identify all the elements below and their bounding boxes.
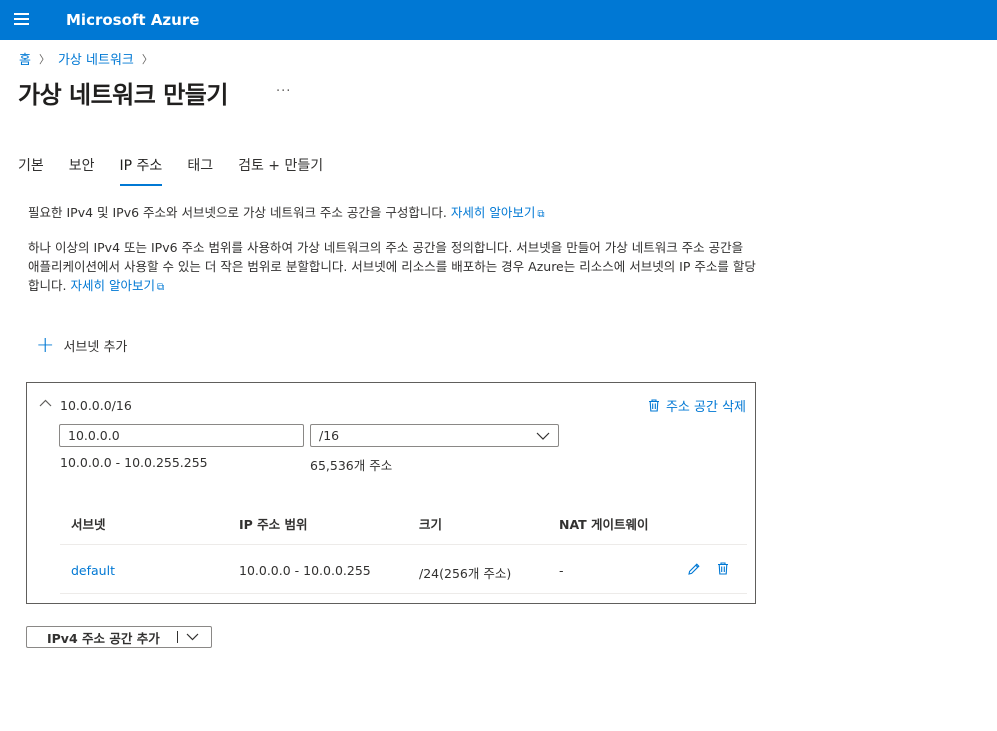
tab-basics[interactable]: 기본 <box>18 155 44 186</box>
chevron-right-icon: 〉 <box>38 52 50 66</box>
prefix-dropdown[interactable]: /16 <box>310 424 559 447</box>
plus-icon: + <box>36 332 55 358</box>
tab-tags[interactable]: 태그 <box>187 155 213 186</box>
breadcrumb-virtual-network[interactable]: 가상 네트워크 <box>58 49 134 68</box>
edit-subnet-button[interactable] <box>687 562 701 580</box>
breadcrumb-home[interactable]: 홈 <box>19 49 31 68</box>
subnet-size: /24(256개 주소) <box>419 566 512 581</box>
subnet-ip-range: 10.0.0.0 - 10.0.0.255 <box>239 563 371 578</box>
trash-icon <box>648 399 659 412</box>
table-divider <box>60 544 747 545</box>
tab-ip-addresses[interactable]: IP 주소 <box>119 155 163 186</box>
tab-bar: 기본 보안 IP 주소 태그 검토 + 만들기 <box>18 155 348 186</box>
breadcrumb: 홈 〉 가상 네트워크 〉 <box>19 49 161 69</box>
page-title: 가상 네트워크 만들기 <box>18 81 228 109</box>
learn-more-link[interactable]: 자세히 알아보기 <box>451 205 535 220</box>
description-detail: 하나 이상의 IPv4 또는 IPv6 주소 범위를 사용하여 가상 네트워크의… <box>28 238 758 297</box>
external-link-icon: ⧉ <box>537 209 545 220</box>
address-input[interactable] <box>59 424 304 447</box>
column-header-ip-range: IP 주소 범위 <box>239 517 308 532</box>
address-space-panel: 10.0.0.0/16 주소 공간 삭제 /16 10.0.0.0 - 10.0… <box>26 382 756 604</box>
column-header-subnet: 서브넷 <box>71 517 106 532</box>
subnet-nat-gateway: - <box>559 563 564 578</box>
table-divider <box>60 593 747 594</box>
tab-review-create[interactable]: 검토 + 만들기 <box>238 155 323 186</box>
add-subnet-label: 서브넷 추가 <box>63 340 128 355</box>
chevron-right-icon: 〉 <box>141 52 153 66</box>
description-intro: 필요한 IPv4 및 IPv6 주소와 서브넷으로 가상 네트워크 주소 공간을… <box>28 203 758 224</box>
description-intro-text: 필요한 IPv4 및 IPv6 주소와 서브넷으로 가상 네트워크 주소 공간을… <box>28 205 447 220</box>
tab-security[interactable]: 보안 <box>69 155 95 186</box>
split-divider <box>177 631 178 643</box>
column-header-nat-gateway: NAT 게이트웨이 <box>559 517 649 532</box>
add-ipv4-address-space-button[interactable]: IPv4 주소 공간 추가 <box>26 626 212 648</box>
address-space-cidr: 10.0.0.0/16 <box>60 398 132 413</box>
chevron-up-icon[interactable] <box>39 396 52 410</box>
trash-icon <box>718 562 728 575</box>
column-header-size: 크기 <box>419 517 443 532</box>
address-range: 10.0.0.0 - 10.0.255.255 <box>60 455 208 470</box>
subnet-name-link[interactable]: default <box>71 563 115 578</box>
hamburger-menu-icon[interactable] <box>14 13 30 27</box>
delete-address-space-label: 주소 공간 삭제 <box>665 400 746 415</box>
delete-address-space-button[interactable]: 주소 공간 삭제 <box>648 396 746 415</box>
prefix-value: /16 <box>319 428 340 443</box>
chevron-down-icon[interactable] <box>186 630 199 645</box>
add-subnet-button[interactable]: + 서브넷 추가 <box>36 332 128 358</box>
external-link-icon: ⧉ <box>156 282 165 293</box>
brand-logo[interactable]: Microsoft Azure <box>66 11 199 29</box>
add-ipv4-address-space-label: IPv4 주소 공간 추가 <box>47 630 160 646</box>
address-count: 65,536개 주소 <box>310 458 393 473</box>
delete-subnet-button[interactable] <box>717 562 729 579</box>
more-options-icon[interactable]: ··· <box>276 84 291 99</box>
chevron-down-icon <box>536 432 550 440</box>
pencil-icon <box>688 563 700 575</box>
learn-more-link[interactable]: 자세히 알아보기 <box>70 278 154 293</box>
top-bar: Microsoft Azure <box>0 0 997 40</box>
